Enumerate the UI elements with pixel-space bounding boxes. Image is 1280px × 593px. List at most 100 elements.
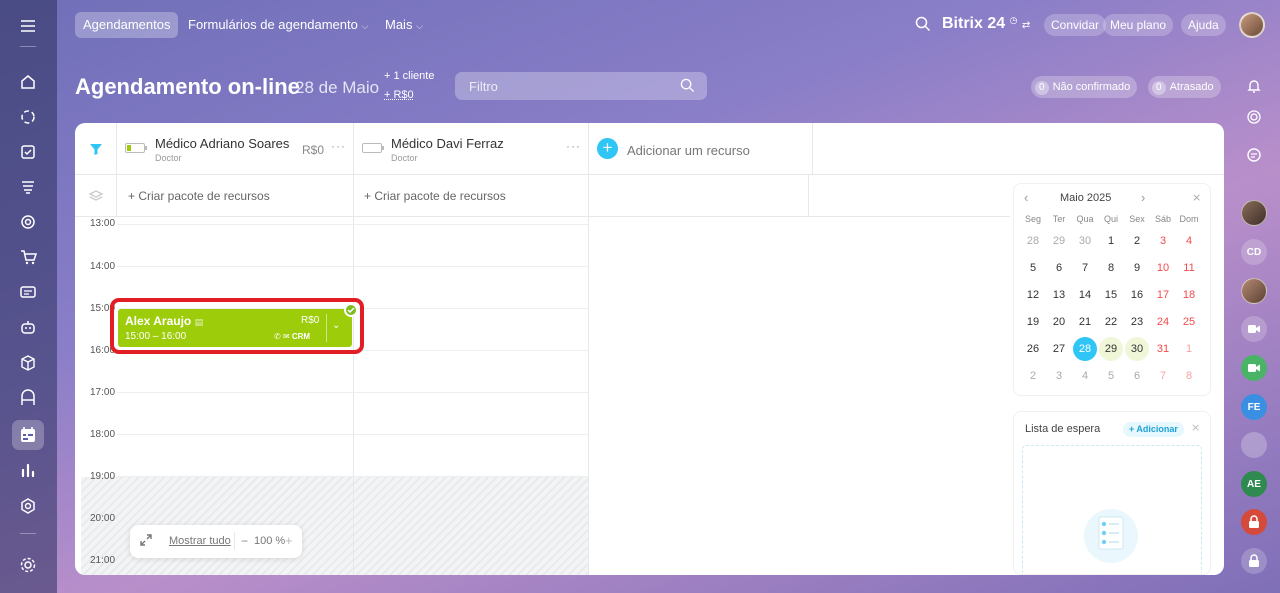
money-counter[interactable]: + R$0 <box>384 89 414 101</box>
video-conference-icon[interactable] <box>1241 355 1267 381</box>
help-button[interactable]: Ajuda <box>1181 14 1226 36</box>
box-icon[interactable] <box>16 351 40 375</box>
calendar-day[interactable]: 4 <box>1177 229 1201 253</box>
calendar-day[interactable]: 6 <box>1125 364 1149 388</box>
more-icon[interactable]: ··· <box>331 139 346 153</box>
messenger-icon[interactable] <box>1241 142 1267 168</box>
contact-avatar[interactable] <box>1241 432 1267 458</box>
contact-avatar[interactable]: AE <box>1241 471 1267 497</box>
add-resource-link[interactable]: Adicionar um recurso <box>627 143 750 158</box>
calendar-day[interactable]: 21 <box>1073 310 1097 334</box>
calendar-day[interactable]: 1 <box>1177 337 1201 361</box>
late-filter[interactable]: 0 Atrasado <box>1148 76 1221 98</box>
bell-icon[interactable] <box>1241 73 1267 99</box>
calendar-day[interactable]: 2 <box>1125 229 1149 253</box>
calendar-day[interactable]: 29 <box>1047 229 1071 253</box>
calendar-day[interactable]: 3 <box>1151 229 1175 253</box>
calendar-day[interactable]: 30 <box>1073 229 1097 253</box>
store-icon[interactable] <box>16 386 40 410</box>
tasks-icon[interactable] <box>16 140 40 164</box>
calendar-day[interactable]: 26 <box>1021 337 1045 361</box>
expand-icon[interactable] <box>139 533 153 552</box>
calendar-day[interactable]: 25 <box>1177 310 1201 334</box>
calendar-day[interactable]: 18 <box>1177 283 1201 307</box>
menu-icon[interactable] <box>16 14 40 38</box>
calendar-day[interactable]: 14 <box>1073 283 1097 307</box>
calendar-day[interactable]: 8 <box>1099 256 1123 280</box>
target-icon[interactable] <box>16 210 40 234</box>
calendar-day[interactable]: 29 <box>1099 337 1123 361</box>
crm-icon[interactable] <box>16 105 40 129</box>
booking-icon[interactable] <box>16 423 40 447</box>
calendar-day[interactable]: 13 <box>1047 283 1071 307</box>
calendar-day[interactable]: 20 <box>1047 310 1071 334</box>
page-date[interactable]: 28 de Maio <box>295 78 379 98</box>
calendar-day[interactable]: 23 <box>1125 310 1149 334</box>
calendar-day[interactable]: 2 <box>1021 364 1045 388</box>
resource-name[interactable]: Médico Davi Ferraz <box>391 136 504 151</box>
search-icon[interactable] <box>915 16 931 37</box>
calendar-day[interactable]: 22 <box>1099 310 1123 334</box>
video-call-icon[interactable] <box>1241 316 1267 342</box>
booking-client[interactable]: Alex Araujo ▤ <box>125 314 203 328</box>
create-package-link[interactable]: + Criar pacote de recursos <box>364 189 506 203</box>
zoom-in-button[interactable]: + <box>285 533 293 548</box>
clients-counter[interactable]: + 1 cliente <box>384 70 434 82</box>
calendar-day[interactable]: 10 <box>1151 256 1175 280</box>
prev-month-icon[interactable]: ‹ <box>1024 190 1028 205</box>
calendar-day[interactable]: 3 <box>1047 364 1071 388</box>
calendar-day[interactable]: 27 <box>1047 337 1071 361</box>
filter-funnel-icon[interactable] <box>89 142 103 161</box>
tab-mais[interactable]: Mais ⌵ <box>377 12 431 38</box>
lock-icon[interactable] <box>1241 548 1267 574</box>
tab-agendamentos[interactable]: Agendamentos <box>75 12 179 38</box>
calendar-day[interactable]: 5 <box>1021 256 1045 280</box>
calendar-day[interactable]: 11 <box>1177 256 1201 280</box>
lock-icon[interactable] <box>1241 509 1267 535</box>
calendar-day[interactable]: 15 <box>1099 283 1123 307</box>
collapse-icon[interactable]: ⨯ <box>1191 421 1200 434</box>
bitrix-logo[interactable]: Bitrix 24 ◷ ⇄ <box>942 15 1030 33</box>
waiting-list-add-button[interactable]: + Adicionar <box>1123 422 1184 437</box>
hexagon-icon[interactable] <box>16 494 40 518</box>
calendar-day[interactable]: 8 <box>1177 364 1201 388</box>
contact-avatar[interactable] <box>1241 278 1267 304</box>
calendar-day[interactable]: 6 <box>1047 256 1071 280</box>
calendar-day[interactable]: 4 <box>1073 364 1097 388</box>
unconfirmed-filter[interactable]: 0 Não confirmado <box>1031 76 1138 98</box>
plus-icon[interactable]: + <box>597 138 618 159</box>
contact-avatar[interactable]: FE <box>1241 394 1267 420</box>
next-month-icon[interactable]: › <box>1141 190 1145 205</box>
calendar-day[interactable]: 31 <box>1151 337 1175 361</box>
calendar-day[interactable]: 5 <box>1099 364 1123 388</box>
message-icon[interactable]: ✉ <box>283 332 290 341</box>
phone-icon[interactable]: ✆ <box>274 332 281 341</box>
contact-avatar[interactable] <box>1241 200 1267 226</box>
collapse-icon[interactable]: ⨯ <box>1192 191 1201 204</box>
home-icon[interactable] <box>16 70 40 94</box>
user-avatar[interactable] <box>1239 12 1265 38</box>
feed-icon[interactable] <box>16 175 40 199</box>
calendar-day[interactable]: 9 <box>1125 256 1149 280</box>
more-icon[interactable]: ··· <box>566 139 581 153</box>
cart-icon[interactable] <box>16 245 40 269</box>
show-all-link[interactable]: Mostrar tudo <box>169 535 231 547</box>
tab-formularios[interactable]: Formulários de agendamento ⌵ <box>180 12 376 38</box>
calendar-day[interactable]: 1 <box>1099 229 1123 253</box>
calendar-day[interactable]: 7 <box>1073 256 1097 280</box>
zoom-out-button[interactable]: − <box>241 534 248 548</box>
calendar-day[interactable]: 16 <box>1125 283 1149 307</box>
robot-icon[interactable] <box>16 315 40 339</box>
create-package-link[interactable]: + Criar pacote de recursos <box>128 189 270 203</box>
calendar-day[interactable]: 30 <box>1125 337 1149 361</box>
resource-name[interactable]: Médico Adriano Soares <box>155 136 289 151</box>
contact-avatar[interactable]: CD <box>1241 239 1267 265</box>
calendar-day[interactable]: 12 <box>1021 283 1045 307</box>
filter-input[interactable]: Filtro <box>455 72 707 100</box>
calendar-month[interactable]: Maio 2025 <box>1060 192 1111 204</box>
chat-icon[interactable] <box>16 280 40 304</box>
chevron-down-icon[interactable]: ⌄ <box>332 320 340 331</box>
calendar-day[interactable]: 19 <box>1021 310 1045 334</box>
my-plan-button[interactable]: Meu plano <box>1103 14 1174 36</box>
calendar-day[interactable]: 24 <box>1151 310 1175 334</box>
